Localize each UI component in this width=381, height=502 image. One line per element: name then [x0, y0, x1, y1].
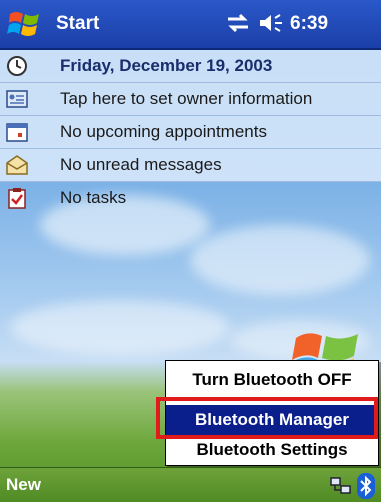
envelope-icon [6, 155, 28, 175]
calendar-icon [6, 123, 28, 142]
clock-icon [7, 56, 27, 76]
appointments-text: No upcoming appointments [60, 122, 267, 141]
tasks-clipboard-icon [8, 188, 26, 209]
connectivity-icon[interactable] [225, 12, 251, 34]
start-button[interactable]: Start [56, 13, 99, 35]
cloud [190, 225, 370, 295]
tasks-text: No tasks [60, 188, 127, 207]
title-bar: Start 6:39 [0, 0, 381, 50]
bluetooth-settings-item[interactable]: Bluetooth Settings [166, 435, 378, 465]
bluetooth-icon[interactable] [357, 473, 375, 499]
messages-row[interactable]: No unread messages [0, 149, 381, 182]
tasks-row[interactable]: No tasks [0, 182, 381, 214]
pocketpc-today-screen: Start 6:39 Friday, December 19, 2003 Tap… [0, 0, 381, 502]
owner-text: Tap here to set owner information [60, 89, 313, 108]
bottom-bar: New [0, 467, 381, 502]
cloud [10, 300, 230, 355]
date-text: Friday, December 19, 2003 [60, 56, 273, 75]
bluetooth-manager-item[interactable]: Bluetooth Manager [166, 405, 378, 435]
messages-text: No unread messages [60, 155, 222, 174]
appointments-row[interactable]: No upcoming appointments [0, 116, 381, 149]
date-row[interactable]: Friday, December 19, 2003 [0, 50, 381, 83]
new-button[interactable]: New [6, 475, 41, 495]
windows-logo-icon[interactable] [6, 8, 44, 40]
network-icon[interactable] [330, 476, 352, 496]
clock[interactable]: 6:39 [290, 13, 328, 35]
bluetooth-popup-menu: Turn Bluetooth OFF Bluetooth Manager Blu… [165, 360, 379, 466]
turn-bluetooth-off-item[interactable]: Turn Bluetooth OFF [166, 365, 378, 395]
owner-row[interactable]: Tap here to set owner information [0, 83, 381, 116]
volume-icon[interactable] [258, 12, 284, 34]
menu-separator [174, 399, 370, 400]
owner-card-icon [6, 90, 28, 108]
